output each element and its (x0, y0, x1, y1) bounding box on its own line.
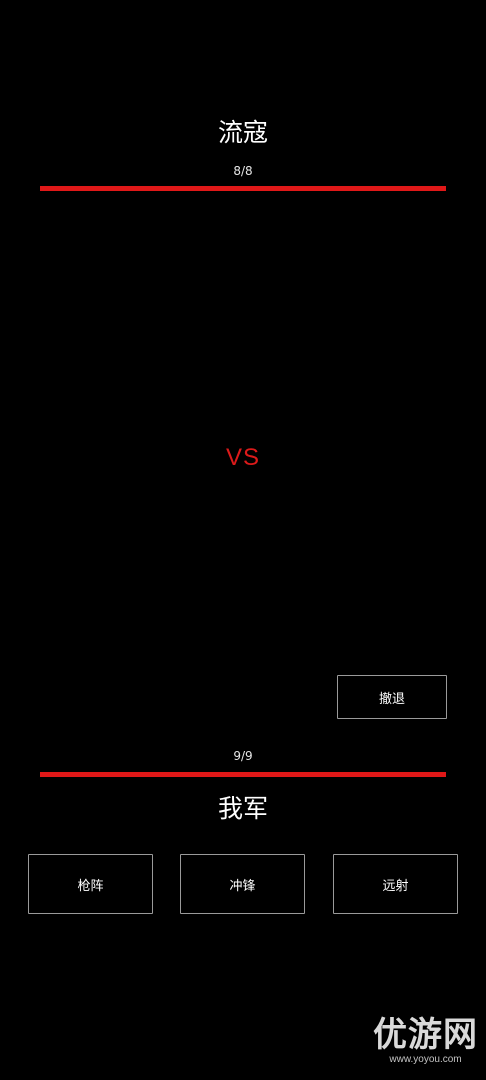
watermark-logo: 优游网 www.yoyou.com (373, 1016, 478, 1066)
player-hp-text: 9/9 (233, 749, 253, 763)
watermark-url: www.yoyou.com (389, 1054, 462, 1065)
charge-button[interactable]: 冲锋 (180, 854, 305, 914)
watermark-main-text: 优游网 (373, 1015, 478, 1055)
player-name: 我军 (217, 794, 268, 823)
player-hp-fill (40, 772, 446, 777)
enemy-hp-bar (40, 186, 446, 191)
enemy-hp-text: 8/8 (233, 164, 253, 178)
ranged-shot-button[interactable]: 远射 (333, 854, 458, 914)
enemy-name: 流寇 (217, 118, 268, 147)
spear-formation-button[interactable]: 枪阵 (28, 854, 153, 914)
enemy-hp-fill (40, 186, 446, 191)
vs-label: VS (225, 444, 260, 471)
player-hp-bar (40, 772, 446, 777)
retreat-button[interactable]: 撤退 (337, 675, 447, 719)
